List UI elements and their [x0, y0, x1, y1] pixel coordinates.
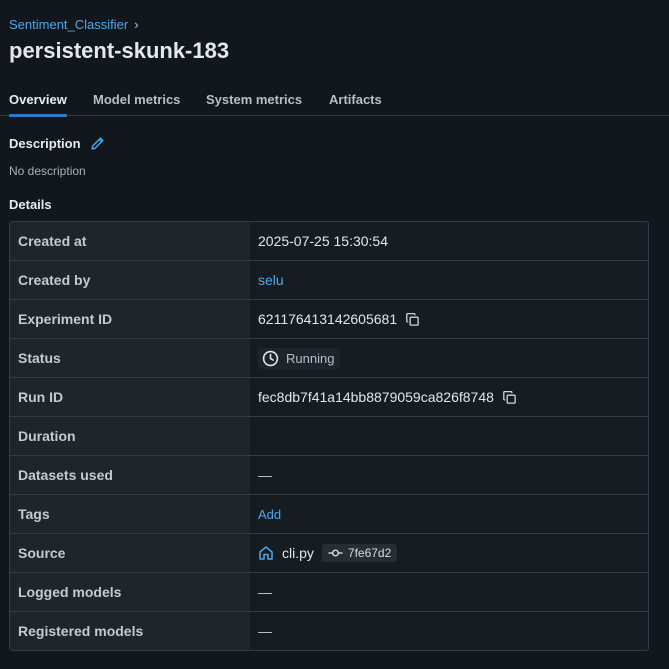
- logged-models-value: —: [250, 573, 648, 611]
- status-value: Running: [250, 339, 648, 377]
- details-heading: Details: [9, 197, 52, 212]
- created-at-value: 2025-07-25 15:30:54: [250, 222, 648, 260]
- created-by-user-link[interactable]: selu: [258, 272, 284, 288]
- add-tag-link[interactable]: Add: [258, 507, 281, 522]
- copy-icon[interactable]: [502, 390, 517, 405]
- breadcrumb-experiment-link[interactable]: Sentiment_Classifier: [9, 17, 128, 32]
- created-by-value: selu: [250, 261, 648, 299]
- tab-system-metrics[interactable]: System metrics: [206, 92, 302, 116]
- description-heading: Description: [9, 136, 81, 151]
- registered-models-value: —: [250, 612, 648, 650]
- table-row: Datasets used —: [10, 456, 648, 495]
- row-key: Registered models: [10, 612, 250, 650]
- row-key: Created at: [10, 222, 250, 260]
- description-text: No description: [9, 164, 86, 178]
- tab-bar: Overview Model metrics System metrics Ar…: [0, 90, 669, 117]
- run-overview-page: Sentiment_Classifier › persistent-skunk-…: [0, 0, 669, 669]
- table-row: Created at 2025-07-25 15:30:54: [10, 222, 648, 261]
- breadcrumb-separator: ›: [134, 17, 139, 32]
- table-row: Experiment ID 621176413142605681: [10, 300, 648, 339]
- row-key: Run ID: [10, 378, 250, 416]
- tab-overview[interactable]: Overview: [9, 92, 67, 117]
- home-icon: [259, 546, 273, 560]
- row-key: Created by: [10, 261, 250, 299]
- logged-models-text: —: [258, 584, 272, 600]
- status-text: Running: [286, 350, 335, 366]
- row-key: Logged models: [10, 573, 250, 611]
- created-at-text: 2025-07-25 15:30:54: [258, 233, 388, 249]
- git-commit-badge[interactable]: 7fe67d2: [321, 544, 398, 562]
- source-value: cli.py 7fe67d2: [250, 534, 648, 572]
- row-key: Duration: [10, 417, 250, 455]
- row-key: Datasets used: [10, 456, 250, 494]
- row-key: Status: [10, 339, 250, 377]
- run-id-value: fec8db7f41a14bb8879059ca826f8748: [250, 378, 648, 416]
- status-badge: Running: [258, 347, 341, 369]
- copy-icon[interactable]: [405, 312, 420, 327]
- details-table: Created at 2025-07-25 15:30:54 Created b…: [9, 221, 649, 651]
- table-row: Tags Add: [10, 495, 648, 534]
- row-key: Source: [10, 534, 250, 572]
- pencil-icon[interactable]: [90, 136, 105, 151]
- experiment-id-value: 621176413142605681: [250, 300, 648, 338]
- table-row: Logged models —: [10, 573, 648, 612]
- row-key: Tags: [10, 495, 250, 533]
- tab-model-metrics[interactable]: Model metrics: [93, 92, 180, 116]
- datasets-used-value: —: [250, 456, 648, 494]
- row-key: Experiment ID: [10, 300, 250, 338]
- duration-value: [250, 417, 648, 455]
- tags-value: Add: [250, 495, 648, 533]
- clock-icon: [262, 350, 279, 366]
- table-row: Run ID fec8db7f41a14bb8879059ca826f8748: [10, 378, 648, 417]
- registered-models-text: —: [258, 623, 272, 639]
- description-header: Description: [9, 136, 105, 151]
- table-row: Registered models —: [10, 612, 648, 650]
- breadcrumb: Sentiment_Classifier ›: [9, 17, 139, 32]
- datasets-used-text: —: [258, 467, 272, 483]
- run-id-text: fec8db7f41a14bb8879059ca826f8748: [258, 389, 494, 405]
- table-row: Source cli.py 7fe67d2: [10, 534, 648, 573]
- commit-hash: 7fe67d2: [347, 546, 392, 560]
- table-row: Duration: [10, 417, 648, 456]
- page-title: persistent-skunk-183: [9, 38, 230, 63]
- table-row: Created by selu: [10, 261, 648, 300]
- tab-artifacts[interactable]: Artifacts: [329, 92, 382, 116]
- source-file-link[interactable]: cli.py: [282, 545, 314, 561]
- git-commit-icon: [328, 549, 343, 557]
- table-row: Status Running: [10, 339, 648, 378]
- experiment-id-text: 621176413142605681: [258, 311, 398, 327]
